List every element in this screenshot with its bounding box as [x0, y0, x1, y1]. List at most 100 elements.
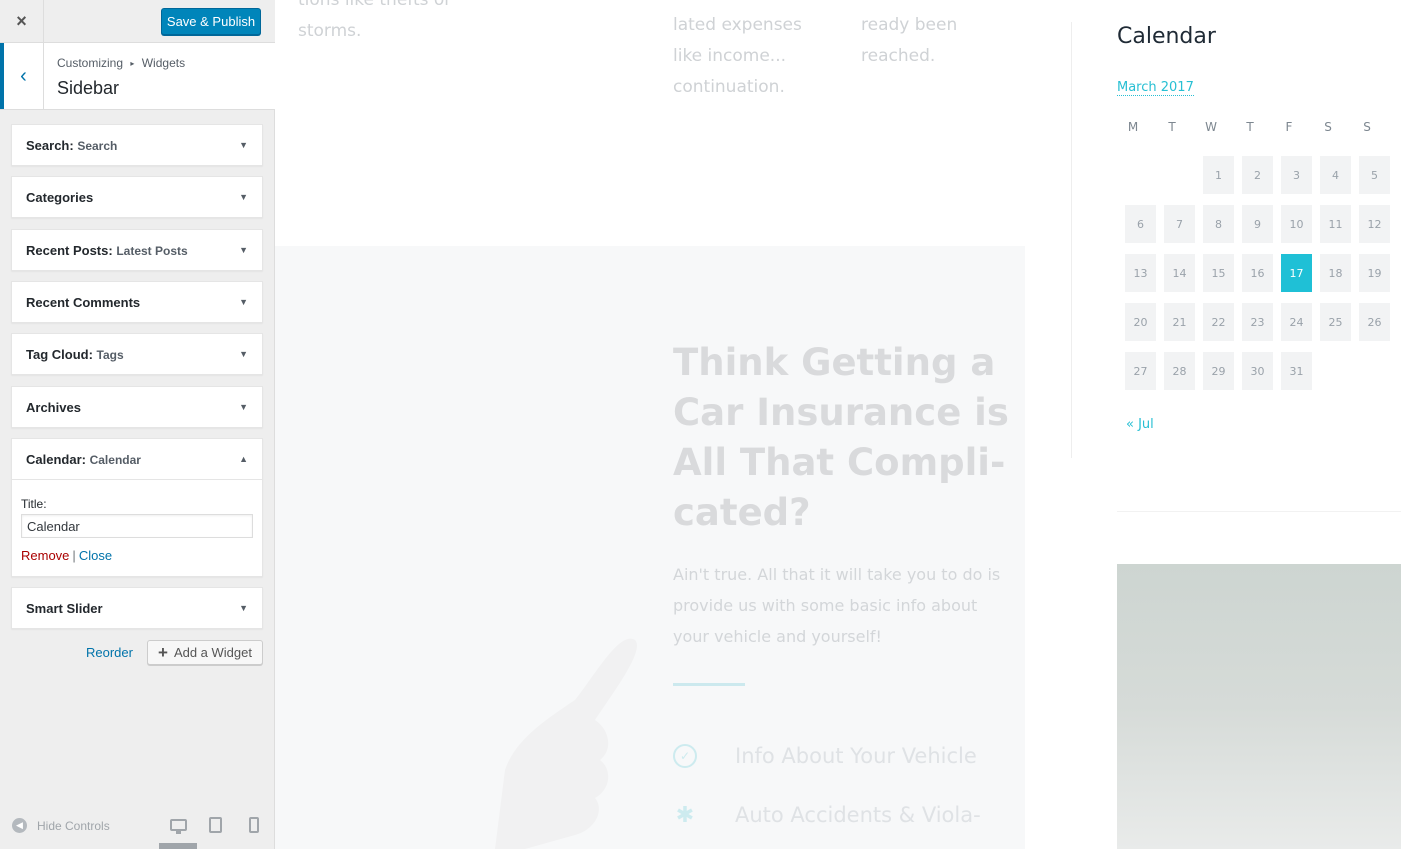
calendar-day[interactable]: 31	[1281, 352, 1312, 390]
customizer-panel: × Save & Publish ‹ Customizing ▸ Widgets…	[0, 0, 275, 849]
calendar-day[interactable]: 25	[1320, 303, 1351, 341]
close-customizer-button[interactable]: ×	[0, 0, 44, 43]
calendar-day[interactable]: 9	[1242, 205, 1273, 243]
expand-arrow-icon[interactable]: ▼	[239, 349, 248, 359]
collapse-arrow-icon[interactable]: ▲	[239, 454, 248, 464]
calendar-day[interactable]: 19	[1359, 254, 1390, 292]
pointing-hand-image	[495, 638, 637, 849]
title-input[interactable]	[21, 514, 253, 538]
widget-recent-comments[interactable]: Recent Comments ▼	[11, 281, 263, 323]
calendar-day[interactable]: 4	[1320, 156, 1351, 194]
widget-name: Tag Cloud	[26, 346, 89, 362]
check-circle-icon: ✓	[673, 744, 697, 768]
widget-search[interactable]: Search: Search ▼	[11, 124, 263, 166]
widget-name: Recent Comments	[26, 294, 141, 310]
calendar-day[interactable]: 13	[1125, 254, 1156, 292]
calendar-day[interactable]: 15	[1203, 254, 1234, 292]
widget-calendar[interactable]: Calendar: Calendar ▲ Title: Remove|Close	[11, 438, 263, 577]
widget-categories[interactable]: Categories ▼	[11, 176, 263, 218]
feature-label: Auto Accidents & Viola-	[735, 803, 981, 827]
widget-recent-posts[interactable]: Recent Posts: Latest Posts ▼	[11, 229, 263, 271]
calendar-weekday-header: F	[1285, 120, 1293, 134]
widget-title: Calendar	[89, 452, 141, 467]
preview-text-snippet: continuation.	[673, 77, 785, 97]
calendar-day[interactable]: 29	[1203, 352, 1234, 390]
calendar-day[interactable]: 7	[1164, 205, 1195, 243]
calendar-day[interactable]: 3	[1281, 156, 1312, 194]
calendar-day-today[interactable]: 17	[1281, 254, 1312, 292]
calendar-day[interactable]: 16	[1242, 254, 1273, 292]
widget-title: Tags	[96, 347, 124, 362]
calendar-day[interactable]: 12	[1359, 205, 1390, 243]
expand-arrow-icon[interactable]: ▼	[239, 297, 248, 307]
calendar-weekday-header: S	[1363, 120, 1371, 134]
widget-smart-slider[interactable]: Smart Slider ▼	[11, 587, 263, 629]
sidebar-divider	[1071, 22, 1072, 458]
calendar-prev-month-link[interactable]: « Jul	[1126, 417, 1154, 432]
close-widget-link[interactable]: Close	[79, 548, 112, 563]
link-separator: |	[72, 548, 76, 563]
hide-controls-label: Hide Controls	[37, 818, 110, 833]
calendar-weekday-header: W	[1205, 120, 1217, 134]
feature-item: ✱ Auto Accidents & Viola-	[673, 802, 981, 828]
calendar-weekday-header: T	[1246, 120, 1254, 134]
calendar-day[interactable]: 20	[1125, 303, 1156, 341]
calendar-day[interactable]: 1	[1203, 156, 1234, 194]
hide-controls-button[interactable]: ◀ Hide Controls	[12, 818, 110, 833]
calendar-day[interactable]: 14	[1164, 254, 1195, 292]
breadcrumb: Customizing ▸ Widgets	[57, 56, 185, 70]
widget-tag-cloud[interactable]: Tag Cloud: Tags ▼	[11, 333, 263, 375]
calendar-day[interactable]: 10	[1281, 205, 1312, 243]
gear-icon: ✱	[675, 802, 695, 828]
section-title: Sidebar	[57, 78, 120, 98]
calendar-weekday-header: T	[1168, 120, 1176, 134]
site-preview: tions like thefts or storms. lated expen…	[275, 0, 1419, 849]
calendar-day[interactable]: 8	[1203, 205, 1234, 243]
tablet-preview-icon[interactable]	[209, 817, 222, 833]
remove-widget-link[interactable]: Remove	[21, 548, 69, 563]
calendar-day[interactable]: 24	[1281, 303, 1312, 341]
save-publish-button[interactable]: Save & Publish	[161, 8, 261, 35]
preview-text-snippet: like income...	[673, 46, 787, 66]
calendar-day[interactable]: 30	[1242, 352, 1273, 390]
chevron-left-icon: ‹	[20, 64, 27, 87]
expand-arrow-icon[interactable]: ▼	[239, 603, 248, 613]
calendar-day[interactable]: 23	[1242, 303, 1273, 341]
calendar-month-caption: March 2017	[1117, 80, 1194, 96]
feature-item: ✓ Info About Your Vehicle	[673, 744, 977, 768]
calendar-day[interactable]: 27	[1125, 352, 1156, 390]
mobile-preview-icon[interactable]	[249, 817, 259, 833]
calendar-day[interactable]: 26	[1359, 303, 1390, 341]
back-button[interactable]: ‹	[0, 43, 44, 109]
reorder-link[interactable]: Reorder	[86, 645, 133, 660]
desktop-preview-icon[interactable]	[170, 819, 187, 834]
preview-text-snippet: ready been	[861, 15, 958, 35]
hero-text: Ain't true. All that it will take you to…	[673, 565, 1001, 646]
add-widget-label: Add a Widget	[173, 645, 252, 660]
calendar-day[interactable]: 2	[1242, 156, 1273, 194]
hero-underline	[673, 683, 745, 686]
expand-arrow-icon[interactable]: ▼	[239, 192, 248, 202]
calendar-weekday-header: M	[1127, 120, 1139, 134]
calendar-day[interactable]: 21	[1164, 303, 1195, 341]
calendar-widget-title: Calendar	[1117, 24, 1216, 49]
sidebar-image	[1117, 564, 1401, 849]
widget-archives[interactable]: Archives ▼	[11, 386, 263, 428]
preview-text-snippet: tions like thefts or storms.	[298, 0, 452, 41]
add-widget-button[interactable]: + Add a Widget	[147, 640, 263, 665]
calendar-day[interactable]: 6	[1125, 205, 1156, 243]
calendar-day[interactable]: 18	[1320, 254, 1351, 292]
active-device-indicator	[159, 843, 197, 849]
expand-arrow-icon[interactable]: ▼	[239, 140, 248, 150]
calendar-day[interactable]: 28	[1164, 352, 1195, 390]
calendar-weekday-header: S	[1324, 120, 1332, 134]
plus-icon: +	[158, 642, 168, 662]
expand-arrow-icon[interactable]: ▼	[239, 402, 248, 412]
widget-name: Categories	[26, 189, 94, 205]
hero-heading: Think Getting a Car Insurance is All Tha…	[673, 341, 1009, 534]
calendar-day[interactable]: 11	[1320, 205, 1351, 243]
calendar-day[interactable]: 22	[1203, 303, 1234, 341]
expand-arrow-icon[interactable]: ▼	[239, 245, 248, 255]
calendar-day[interactable]: 5	[1359, 156, 1390, 194]
preview-text-snippet: reached.	[861, 46, 936, 66]
